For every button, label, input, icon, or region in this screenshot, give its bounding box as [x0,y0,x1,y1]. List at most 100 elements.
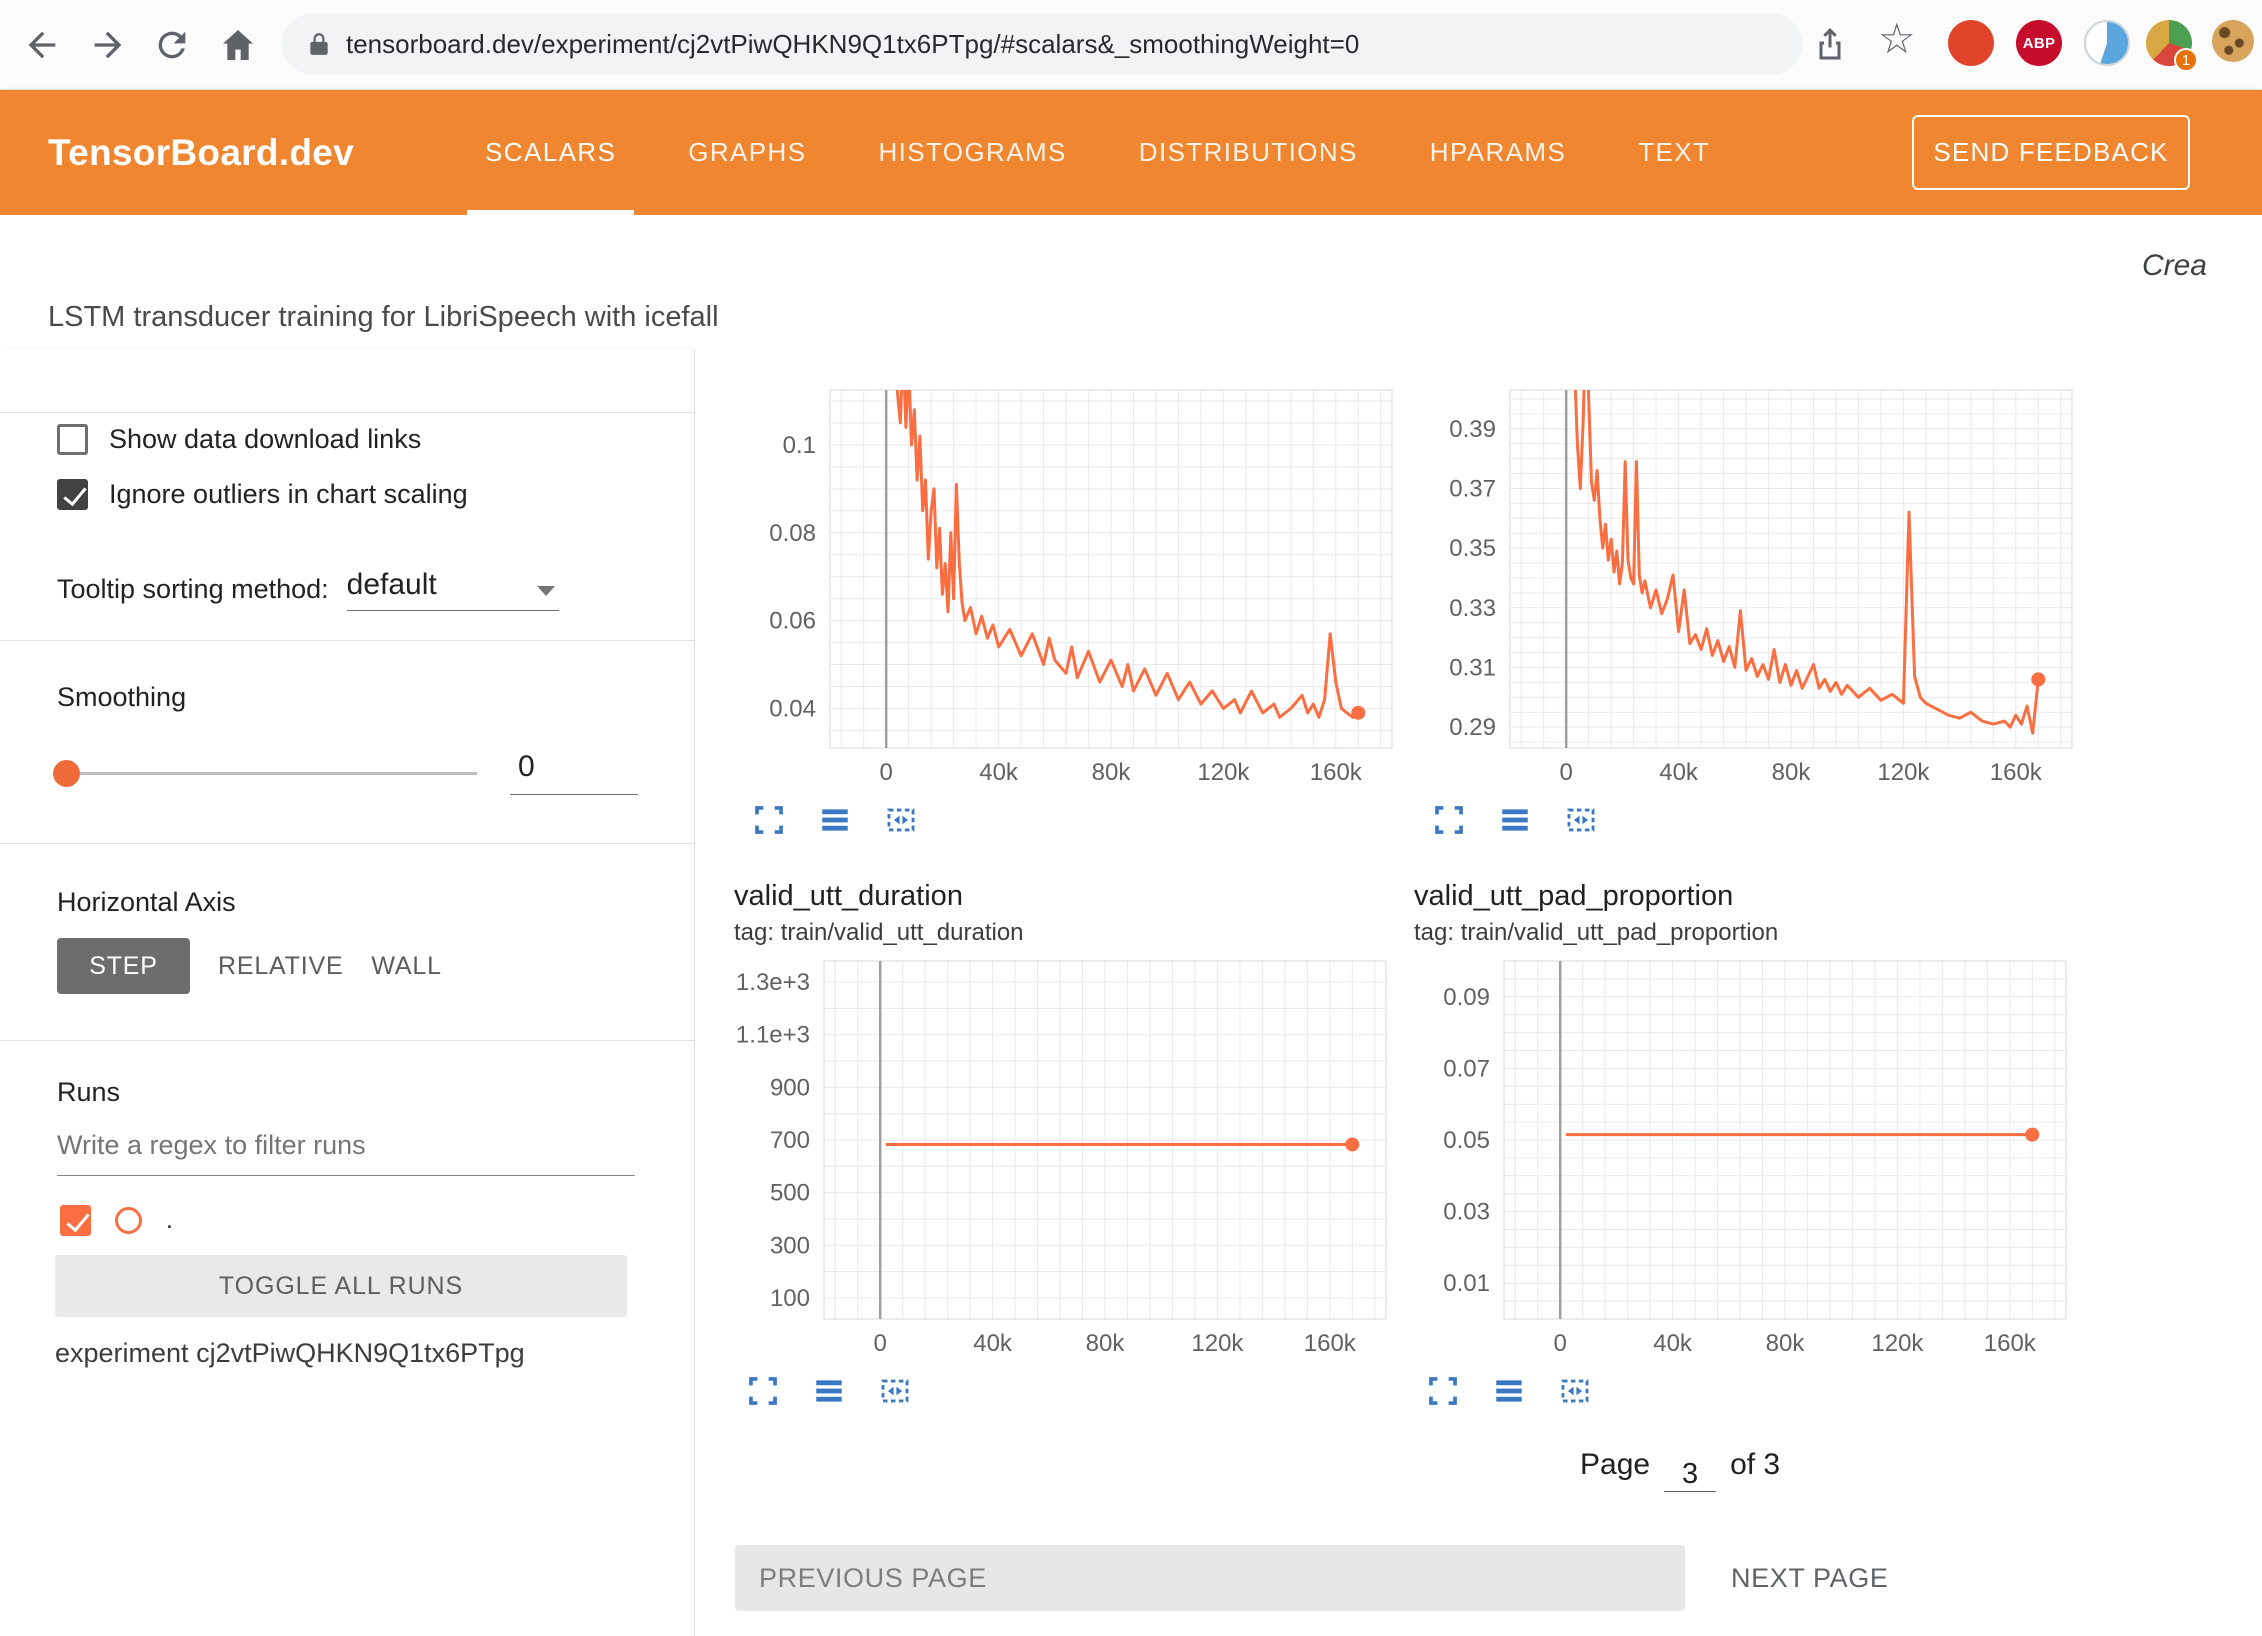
run-row: . [60,1205,173,1236]
home-icon[interactable] [218,25,258,65]
brand-logo[interactable]: TensorBoard.dev [48,132,354,174]
svg-text:120k: 120k [1197,759,1250,786]
chart-title: valid_utt_duration [734,880,1394,913]
svg-text:0.35: 0.35 [1449,535,1496,562]
address-bar[interactable]: tensorboard.dev/experiment/cj2vtPiwQHKN9… [282,13,1802,75]
horizontal-axis-label: Horizontal Axis [57,887,236,918]
chart-toolbar [1414,1374,2074,1408]
run-table-button[interactable] [812,1374,846,1408]
scalar-chart[interactable]: 040k80k120k160k0.290.310.330.350.370.39 [1420,384,2080,799]
run-color-swatch[interactable] [115,1207,142,1234]
chart-toolbar [1420,803,2080,837]
bookmark-star-icon[interactable]: ☆ [1878,18,1916,60]
runs-label: Runs [57,1077,120,1108]
tooltip-sorting-value: default [347,568,437,602]
previous-page-button[interactable]: PREVIOUS PAGE [735,1545,1685,1611]
svg-text:40k: 40k [973,1330,1013,1357]
charts-area: 040k80k120k160k0.040.060.080.1 040k80k12… [695,350,2262,1636]
extension-pie-icon[interactable] [2084,20,2130,66]
expand-chart-button[interactable] [1432,803,1466,837]
tooltip-sorting-row: Tooltip sorting method: default [57,568,559,611]
extension-abp-icon[interactable]: ABP [2016,20,2062,66]
run-table-button[interactable] [1492,1374,1526,1408]
share-icon[interactable] [1812,24,1848,62]
url-text[interactable]: tensorboard.dev/experiment/cj2vtPiwQHKN9… [346,29,1359,60]
clipped-right-text: Crea [2142,249,2207,283]
scalar-chart[interactable]: 040k80k120k160k1003005007009001.1e+31.3e… [734,955,1394,1370]
axis-relative-button[interactable]: RELATIVE [218,938,343,994]
axis-wall-button[interactable]: WALL [371,938,441,994]
svg-text:0.08: 0.08 [769,520,816,547]
smoothing-value[interactable]: 0 [510,750,638,795]
slider-thumb[interactable] [53,760,80,787]
chart-card-valid-prop: 040k80k120k160k0.290.310.330.350.370.39 [1420,384,2080,837]
main-nav: SCALARS GRAPHS HISTOGRAMS DISTRIBUTIONS … [449,90,1746,215]
tab-hparams[interactable]: HPARAMS [1394,90,1602,215]
expand-chart-button[interactable] [1426,1374,1460,1408]
svg-text:0.04: 0.04 [769,695,816,722]
run-table-button[interactable] [1498,803,1532,837]
extension-adblock-icon[interactable] [1948,20,1994,66]
chart-toolbar [740,803,1400,837]
axis-step-button[interactable]: STEP [57,938,190,994]
profile-avatar[interactable]: 1 [2146,20,2192,66]
svg-text:700: 700 [770,1127,810,1154]
svg-text:0.01: 0.01 [1443,1270,1490,1297]
svg-text:0.03: 0.03 [1443,1199,1490,1226]
svg-text:80k: 80k [1766,1330,1806,1357]
tab-text[interactable]: TEXT [1602,90,1746,215]
svg-text:0: 0 [874,1330,887,1357]
reload-icon[interactable] [152,25,192,65]
expand-chart-button[interactable] [752,803,786,837]
page-number-input[interactable] [1664,1458,1716,1492]
svg-text:300: 300 [770,1232,810,1259]
horizontal-axis-row: Horizontal Axis [57,887,236,918]
ignore-outliers-checkbox[interactable] [57,479,88,510]
toggle-all-runs-button[interactable]: TOGGLE ALL RUNS [55,1255,627,1317]
ignore-outliers-label: Ignore outliers in chart scaling [109,479,468,510]
smoothing-row: Smoothing [57,682,186,713]
chevron-down-icon [537,586,555,596]
tab-distributions[interactable]: DISTRIBUTIONS [1103,90,1394,215]
send-feedback-button[interactable]: SEND FEEDBACK [1912,115,2190,190]
extension-cookie-icon[interactable] [2212,20,2254,62]
show-download-links-row: Show data download links [57,424,421,455]
svg-text:80k: 80k [1086,1330,1126,1357]
ignore-outliers-row: Ignore outliers in chart scaling [57,479,468,510]
fit-domain-button[interactable] [878,1374,912,1408]
fit-domain-button[interactable] [884,803,918,837]
show-download-links-checkbox[interactable] [57,424,88,455]
svg-text:160k: 160k [1310,759,1363,786]
divider [0,640,695,641]
run-table-button[interactable] [818,803,852,837]
tooltip-sorting-dropdown[interactable]: default [347,568,559,611]
next-page-button[interactable]: NEXT PAGE [1713,1545,1906,1611]
svg-text:40k: 40k [979,759,1019,786]
tab-histograms[interactable]: HISTOGRAMS [842,90,1102,215]
page-of-label: of 3 [1730,1448,1780,1482]
fit-domain-button[interactable] [1558,1374,1592,1408]
slider-track[interactable] [57,772,477,775]
smoothing-slider[interactable] [57,758,477,788]
fit-domain-button[interactable] [1564,803,1598,837]
expand-chart-button[interactable] [746,1374,780,1408]
svg-text:40k: 40k [1659,759,1699,786]
page-root: tensorboard.dev/experiment/cj2vtPiwQHKN9… [0,0,2262,1636]
svg-text:0.09: 0.09 [1443,984,1490,1011]
svg-text:0.07: 0.07 [1443,1055,1490,1082]
back-icon[interactable] [22,25,62,65]
chart-tag: tag: train/valid_utt_pad_proportion [1414,919,2074,947]
chart-title: valid_utt_pad_proportion [1414,880,2074,913]
svg-text:0.31: 0.31 [1449,654,1496,681]
svg-text:120k: 120k [1871,1330,1924,1357]
pagination: Page of 3 [1580,1448,1780,1492]
forward-icon[interactable] [88,25,128,65]
divider [0,1040,695,1041]
scalar-chart[interactable]: 040k80k120k160k0.010.030.050.070.09 [1414,955,2074,1370]
tab-graphs[interactable]: GRAPHS [652,90,842,215]
scalar-chart[interactable]: 040k80k120k160k0.040.060.080.1 [740,384,1400,799]
tab-scalars[interactable]: SCALARS [449,90,652,215]
runs-filter-input[interactable] [57,1130,635,1176]
run-checkbox[interactable] [60,1205,91,1236]
svg-text:80k: 80k [1772,759,1812,786]
